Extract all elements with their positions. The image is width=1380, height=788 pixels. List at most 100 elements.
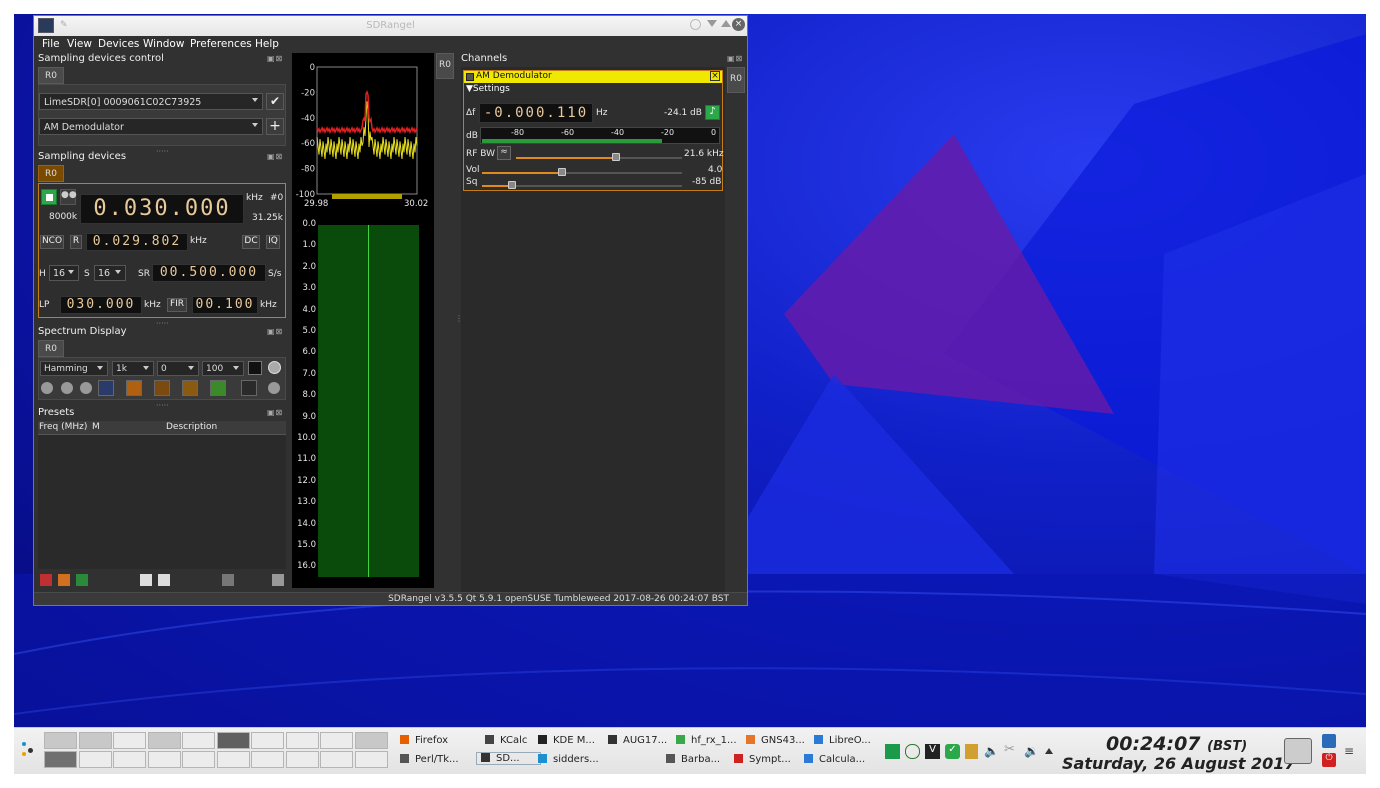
s-combo[interactable]: 16: [94, 265, 126, 281]
presets-list[interactable]: [38, 435, 286, 569]
virtual-desktop-cell[interactable]: [78, 751, 112, 768]
spectrum-mode-icon[interactable]: [98, 380, 114, 396]
menu-devices[interactable]: Devices: [98, 38, 139, 50]
center-frequency-dial[interactable]: 0.030.000: [80, 194, 244, 224]
window-function-combo[interactable]: Hamming: [40, 361, 108, 376]
power-icon[interactable]: ⏻: [1322, 753, 1336, 767]
range-combo[interactable]: 100: [202, 361, 244, 376]
volume-icon[interactable]: 🔈: [984, 744, 999, 758]
channel-color-icon[interactable]: [466, 73, 474, 81]
splitter-handle[interactable]: ·····: [156, 147, 169, 156]
virtual-desktop-cell[interactable]: [251, 732, 284, 749]
menu-file[interactable]: File: [42, 38, 60, 50]
menu-preferences[interactable]: Preferences: [190, 38, 252, 50]
spectrum-side-tab[interactable]: R0: [436, 53, 454, 79]
slider-handle[interactable]: [558, 168, 566, 176]
waterfall-icon[interactable]: [126, 380, 142, 396]
taskbar-task[interactable]: KCalc: [485, 735, 527, 746]
device-combo[interactable]: LimeSDR[0] 0009061C02C73925: [39, 93, 263, 110]
waterfall[interactable]: [318, 225, 419, 577]
virtual-desktop-cell[interactable]: [147, 751, 181, 768]
col-freq[interactable]: Freq (MHz): [39, 422, 87, 432]
cloud-sync-icon[interactable]: [905, 744, 920, 759]
volume-slider[interactable]: [482, 168, 682, 178]
channels-side-tab[interactable]: R0: [727, 67, 745, 93]
sdc-tab-r0[interactable]: R0: [38, 67, 64, 84]
help-icon[interactable]: [690, 19, 701, 30]
spectrum-dock-buttons[interactable]: ▣⊠: [267, 327, 283, 336]
settings-toggle[interactable]: ▼Settings: [466, 84, 510, 94]
virtual-desktop-cell[interactable]: [320, 751, 353, 768]
virtual-desktop-cell[interactable]: [251, 751, 284, 768]
update-ok-icon[interactable]: ✓: [945, 744, 960, 759]
max-hold-icon[interactable]: [182, 380, 198, 396]
close-icon[interactable]: ×: [732, 18, 745, 31]
am-demod-titlebar[interactable]: AM Demodulator ×: [464, 71, 722, 83]
virtual-desktop-cell[interactable]: [216, 751, 250, 768]
decay-dial[interactable]: [268, 361, 281, 374]
ref-level-combo[interactable]: 0: [157, 361, 199, 376]
close-channel-icon[interactable]: ×: [710, 71, 720, 81]
taskbar-task[interactable]: Firefox: [400, 735, 448, 746]
app-launcher-icon[interactable]: [20, 740, 38, 758]
col-description[interactable]: Description: [166, 422, 217, 432]
spectrum-tab-r0[interactable]: R0: [38, 340, 64, 357]
taskbar-task[interactable]: sidders...: [538, 754, 599, 765]
slider-handle[interactable]: [611, 153, 620, 161]
delete-preset-icon[interactable]: [222, 574, 234, 586]
virtual-desktop-cell[interactable]: [285, 732, 319, 749]
nco-frequency-dial[interactable]: 0.029.802: [86, 233, 188, 251]
virtual-desktop-cell[interactable]: [113, 751, 146, 768]
channel-combo[interactable]: AM Demodulator: [39, 118, 263, 135]
virtual-desktop-cell[interactable]: [182, 751, 215, 768]
panel-menu-icon[interactable]: ≡: [1344, 744, 1354, 758]
slider-handle[interactable]: [508, 181, 516, 189]
apply-device-button[interactable]: ✔: [266, 93, 284, 110]
live-icon[interactable]: [210, 380, 226, 396]
taskbar-task[interactable]: KDE M...: [538, 735, 595, 746]
spectrum-plot[interactable]: 0-20-40-60-80-100: [292, 53, 434, 213]
nco-toggle[interactable]: NCO: [40, 235, 64, 249]
splitter-handle[interactable]: ·····: [156, 319, 169, 328]
channels-dock-buttons[interactable]: ▣⊠: [727, 54, 743, 63]
taskbar-task[interactable]: hf_rx_1...: [676, 735, 737, 746]
virtual-desktop-cell[interactable]: [320, 732, 353, 749]
tray-expand-icon[interactable]: [1045, 748, 1053, 754]
virtual-desktop-cell[interactable]: [44, 732, 77, 749]
lock-screen-icon[interactable]: [1322, 734, 1336, 748]
audio-mute-button[interactable]: ♪: [705, 105, 720, 120]
taskbar-task[interactable]: Sympt...: [734, 754, 791, 765]
taskbar-task[interactable]: LibreO...: [814, 735, 871, 746]
vpn-icon[interactable]: V: [925, 744, 940, 759]
minimize-icon[interactable]: [707, 20, 717, 27]
virtual-desktop-cell[interactable]: [44, 751, 77, 768]
tray-app-icon[interactable]: [885, 744, 900, 759]
r-toggle[interactable]: R: [70, 235, 82, 249]
taskbar-task[interactable]: Perl/Tk...: [400, 754, 459, 765]
sample-rate-dial[interactable]: 00.500.000: [152, 264, 266, 282]
col-mode[interactable]: M: [92, 422, 100, 432]
fir-toggle[interactable]: FIR: [167, 298, 187, 312]
virtual-desktop-cell[interactable]: [216, 732, 250, 749]
taskbar-task[interactable]: SD...: [476, 752, 541, 765]
clipboard-icon[interactable]: [965, 744, 978, 759]
color-picker-button[interactable]: [248, 361, 262, 375]
dc-toggle[interactable]: DC: [242, 235, 260, 249]
h-combo[interactable]: 16: [49, 265, 79, 281]
taskbar-task[interactable]: GNS43...: [746, 735, 805, 746]
export-icon[interactable]: [140, 574, 152, 586]
virtual-desktop-cell[interactable]: [354, 751, 388, 768]
rfbw-slider[interactable]: [516, 153, 682, 163]
scissors-icon[interactable]: ✂: [1004, 742, 1015, 757]
virtual-desktop-cell[interactable]: [354, 732, 388, 749]
presets-dock-buttons[interactable]: ▣⊠: [267, 408, 283, 417]
save-preset-icon[interactable]: [76, 574, 88, 586]
menu-view[interactable]: View: [67, 38, 92, 50]
knob-icon[interactable]: [61, 382, 73, 394]
sdc-dock-buttons[interactable]: ▣⊠: [267, 54, 283, 63]
taskbar-task[interactable]: Barba...: [666, 754, 720, 765]
load-preset-icon[interactable]: [272, 574, 284, 586]
window-titlebar[interactable]: ✎ SDRangel ×: [34, 16, 747, 36]
add-channel-button[interactable]: +: [266, 118, 284, 135]
knob-icon[interactable]: [80, 382, 92, 394]
